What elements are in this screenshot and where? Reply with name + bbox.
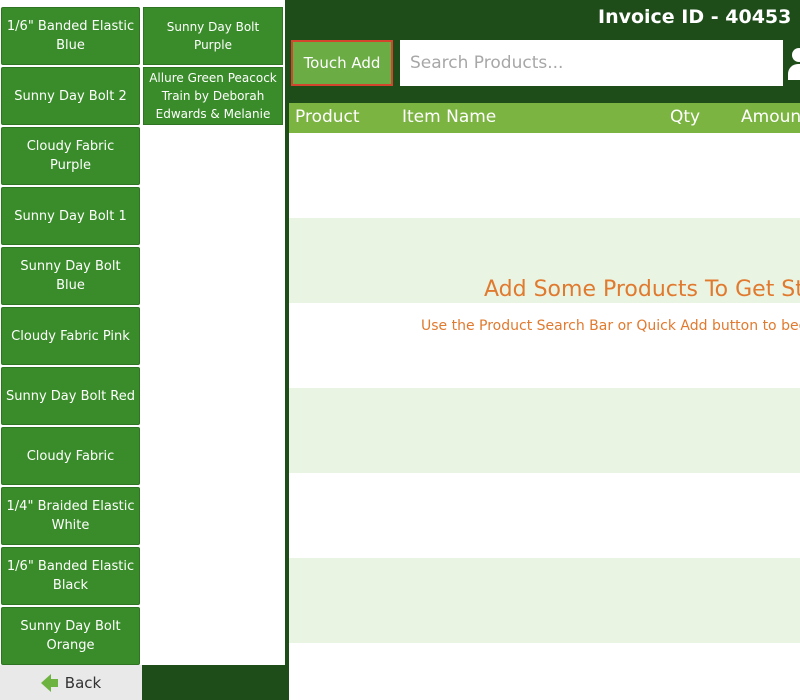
column-header-amount[interactable]: Amount bbox=[741, 107, 800, 127]
invoice-title: Invoice ID - 40453 bbox=[598, 6, 792, 28]
column-header-item-name[interactable]: Item Name bbox=[402, 107, 496, 127]
quick-add-tile[interactable]: Cloudy Fabric bbox=[1, 427, 140, 485]
table-row-band bbox=[289, 388, 800, 473]
column-header-qty[interactable]: Qty bbox=[670, 107, 700, 127]
product-search-input[interactable] bbox=[400, 40, 783, 86]
user-icon-body bbox=[788, 64, 800, 80]
table-header: Product Item Name Qty Amount bbox=[289, 103, 800, 133]
quick-add-column-2: Sunny Day Bolt Purple Allure Green Peaco… bbox=[142, 0, 285, 665]
back-label: Back bbox=[64, 673, 102, 692]
quick-add-tile[interactable]: Cloudy Fabric Pink bbox=[1, 307, 140, 365]
empty-state-title: Add Some Products To Get Started bbox=[484, 277, 800, 302]
user-icon-head bbox=[792, 48, 800, 62]
quick-add-tile[interactable]: Sunny Day Bolt 1 bbox=[1, 187, 140, 245]
arrow-left-icon bbox=[40, 673, 58, 692]
quick-add-tile[interactable]: Sunny Day Bolt 2 bbox=[1, 67, 140, 125]
column-header-product[interactable]: Product bbox=[295, 107, 360, 127]
empty-state-subtitle: Use the Product Search Bar or Quick Add … bbox=[421, 318, 800, 334]
quick-add-column-1: 1/6" Banded Elastic Blue Sunny Day Bolt … bbox=[0, 0, 142, 665]
quick-add-tile[interactable]: Allure Green Peacock Train by Deborah Ed… bbox=[143, 67, 283, 125]
back-button[interactable]: Back bbox=[0, 665, 142, 700]
quick-add-tile[interactable]: Sunny Day Bolt Red bbox=[1, 367, 140, 425]
quick-add-tile[interactable]: 1/6" Banded Elastic Black bbox=[1, 547, 140, 605]
quick-add-tile[interactable]: 1/6" Banded Elastic Blue bbox=[1, 7, 140, 65]
touch-add-button[interactable]: Touch Add bbox=[291, 40, 393, 86]
user-icon[interactable] bbox=[788, 48, 800, 82]
invoice-table: Product Item Name Qty Amount Add Some Pr… bbox=[289, 103, 800, 700]
quick-add-tile[interactable]: Sunny Day Bolt Orange bbox=[1, 607, 140, 665]
quick-add-tile[interactable]: Cloudy Fabric Purple bbox=[1, 127, 140, 185]
quick-add-tile[interactable]: Sunny Day Bolt Blue bbox=[1, 247, 140, 305]
quick-add-tile[interactable]: 1/4" Braided Elastic White bbox=[1, 487, 140, 545]
quick-add-tile[interactable]: Sunny Day Bolt Purple bbox=[143, 7, 283, 65]
footer-filler bbox=[142, 665, 288, 700]
table-row-band bbox=[289, 558, 800, 643]
